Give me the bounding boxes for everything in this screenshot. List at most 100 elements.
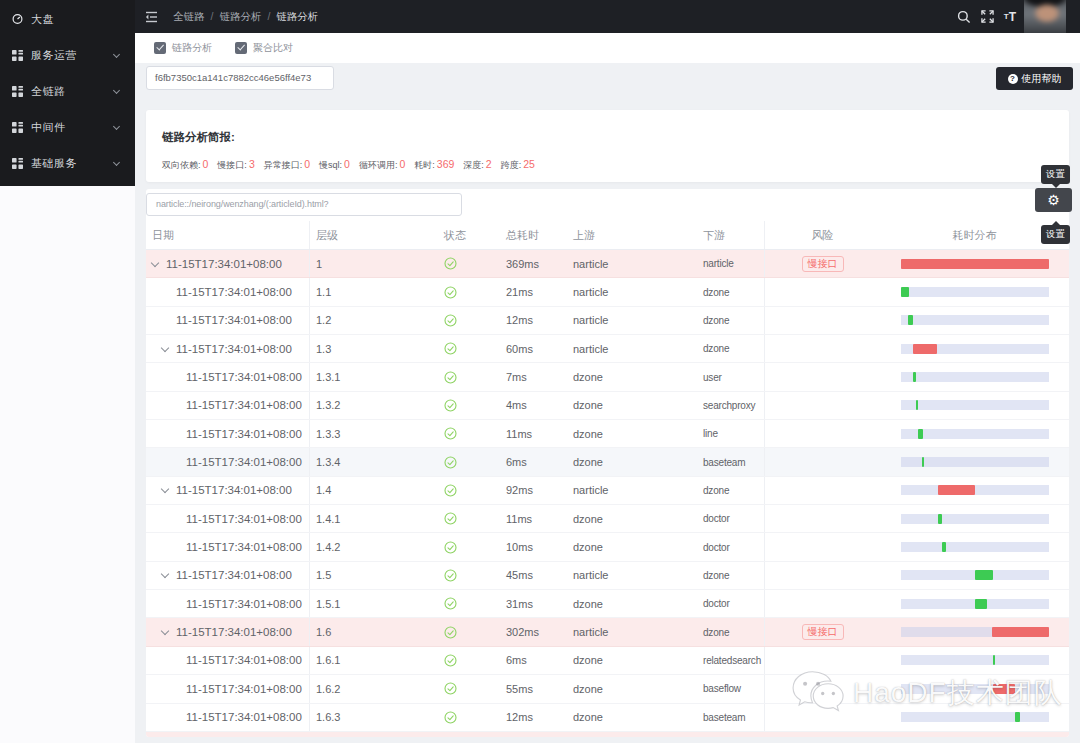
duration-cell: 10ms (498, 533, 566, 560)
trace-row[interactable]: 11-15T17:34:01+08:001.4.210msdzonedoctor (146, 533, 1069, 561)
breadcrumb-item[interactable]: 链路分析 (219, 10, 261, 22)
trace-row[interactable]: 11-15T17:34:01+08:001.3.311msdzoneline (146, 420, 1069, 448)
fullscreen-icon[interactable] (981, 10, 994, 23)
level-cell: 1.6.3 (310, 704, 436, 731)
breadcrumb-item[interactable]: 全链路 (173, 10, 205, 22)
trace-row[interactable]: 11-15T17:34:01+08:001.3.24msdzonesearchp… (146, 392, 1069, 420)
date-cell: 11-15T17:34:01+08:00 (146, 335, 310, 362)
timeline-bar (916, 400, 918, 410)
trace-row[interactable]: 11-15T17:34:01+08:001.5.131msdzonedoctor (146, 590, 1069, 618)
risk-cell (765, 590, 880, 617)
menu-collapse-icon[interactable] (145, 11, 158, 23)
expand-chevron-icon[interactable] (161, 343, 169, 351)
status-cell (436, 647, 498, 674)
content-area: f6fb7350c1a141c7882cc46e56ff4e73 ?使用帮助 链… (135, 63, 1080, 743)
trace-row[interactable]: 11-15T17:34:01+08:001.360msnarticledzone (146, 335, 1069, 363)
timeline-bar (918, 429, 922, 439)
column-header: 日期 (146, 221, 310, 249)
sidebar-item-全链路[interactable]: 全链路 (0, 73, 135, 109)
trace-id-input[interactable]: f6fb7350c1a141c7882cc46e56ff4e73 (146, 66, 334, 90)
endpoint-filter-input[interactable]: narticle::/neirong/wenzhang/(:articleId)… (146, 193, 462, 216)
timeline-bar (913, 372, 916, 382)
timeline-track (901, 514, 1049, 524)
timeline-track (901, 485, 1049, 495)
sidebar-item-服务运营[interactable]: 服务运营 (0, 37, 135, 73)
summary-stat: 耗时:369 (414, 158, 454, 172)
expand-chevron-icon[interactable] (161, 627, 169, 635)
checkbox-链路分析[interactable]: 链路分析 (154, 41, 212, 55)
trace-row[interactable]: 11-15T17:34:01+08:001.212msnarticledzone (146, 307, 1069, 335)
font-size-icon[interactable]: TT (1004, 10, 1016, 24)
date-value: 11-15T17:34:01+08:00 (186, 456, 302, 468)
expand-chevron-icon[interactable] (151, 258, 159, 266)
duration-cell: 11ms (498, 420, 566, 447)
success-check-icon (444, 342, 457, 355)
search-icon[interactable] (957, 10, 971, 24)
trace-row[interactable]: 11-15T17:34:01+08:001.4.111msdzonedoctor (146, 505, 1069, 533)
avatar[interactable] (1024, 0, 1066, 33)
date-value: 11-15T17:34:01+08:00 (186, 428, 302, 440)
status-cell (436, 420, 498, 447)
settings-gear-button[interactable]: ⚙ (1035, 188, 1072, 212)
duration-cell: 6ms (498, 448, 566, 475)
timeline-bar (992, 627, 1049, 637)
downstream-cell: dzone (696, 278, 765, 305)
stat-label: 双向依赖: (162, 160, 201, 170)
trace-row[interactable]: 11-15T17:34:01+08:001369msnarticlenartic… (146, 250, 1069, 278)
risk-cell (765, 477, 880, 504)
date-cell: 11-15T17:34:01+08:00 (146, 590, 310, 617)
timeline-track (901, 315, 1049, 325)
timeline-bar (993, 684, 1015, 694)
chevron-down-icon (113, 158, 120, 165)
expand-chevron-icon[interactable] (161, 485, 169, 493)
timeline-cell (880, 250, 1069, 277)
date-cell: 11-15T17:34:01+08:00 (146, 533, 310, 560)
checkbox-聚合比对[interactable]: 聚合比对 (235, 41, 293, 55)
risk-cell (765, 675, 880, 702)
level-cell: 1.6.1 (310, 647, 436, 674)
trace-row[interactable]: 11-15T17:34:01+08:001.6.16msdzonerelated… (146, 647, 1069, 675)
breadcrumb-item[interactable]: 链路分析 (276, 10, 318, 22)
timeline-bar (1015, 712, 1020, 722)
trace-row[interactable]: 11-15T17:34:01+08:001.492msnarticledzone (146, 477, 1069, 505)
downstream-cell: dzone (696, 562, 765, 589)
risk-cell (765, 505, 880, 532)
trace-row[interactable]: 11-15T17:34:01+08:001.6.255msdzonebasefl… (146, 675, 1069, 703)
trace-row[interactable]: 11-15T17:34:01+08:001.6302msnarticledzon… (146, 618, 1069, 646)
sidebar-item-大盘[interactable]: 大盘 (0, 1, 135, 37)
status-cell (436, 392, 498, 419)
timeline-bar (922, 457, 925, 467)
duration-cell: 55ms (498, 675, 566, 702)
trace-row[interactable]: 11-15T17:34:01+08:001.6.312msdzonebasete… (146, 704, 1069, 732)
status-cell (436, 448, 498, 475)
success-check-icon (444, 541, 457, 554)
upstream-cell: narticle (566, 307, 696, 334)
sidebar-item-中间件[interactable]: 中间件 (0, 109, 135, 145)
help-button[interactable]: ?使用帮助 (996, 67, 1073, 90)
downstream-cell: relatedsearch (696, 647, 765, 674)
date-cell: 11-15T17:34:01+08:00 (146, 307, 310, 334)
downstream-cell: line (696, 420, 765, 447)
duration-cell: 21ms (498, 278, 566, 305)
trace-row[interactable]: 11-15T17:34:01+08:001.545msnarticledzone (146, 562, 1069, 590)
date-cell: 11-15T17:34:01+08:00 (146, 477, 310, 504)
sidebar-item-基础服务[interactable]: 基础服务 (0, 145, 135, 181)
timeline-cell (880, 562, 1069, 589)
stat-label: 深度: (463, 160, 484, 170)
trace-row[interactable]: 11-15T17:34:01+08:001.3.46msdzonebasetea… (146, 448, 1069, 476)
level-cell: 1.6 (310, 618, 436, 645)
timeline-bar (908, 315, 913, 325)
trace-row[interactable]: 11-15T17:34:01+08:001.3.17msdzoneuser (146, 363, 1069, 391)
expand-chevron-icon[interactable] (161, 570, 169, 578)
level-cell: 1.5 (310, 562, 436, 589)
stat-value: 0 (344, 158, 350, 170)
success-check-icon (444, 682, 457, 695)
timeline-cell (880, 505, 1069, 532)
table-header: 日期层级状态总耗时上游下游风险耗时分布 (146, 221, 1069, 250)
stat-value: 25 (523, 158, 535, 170)
timeline-bar (993, 655, 996, 665)
timeline-bar (938, 514, 942, 524)
date-value: 11-15T17:34:01+08:00 (176, 286, 292, 298)
duration-cell: 60ms (498, 335, 566, 362)
trace-row[interactable]: 11-15T17:34:01+08:001.121msnarticledzone (146, 278, 1069, 306)
